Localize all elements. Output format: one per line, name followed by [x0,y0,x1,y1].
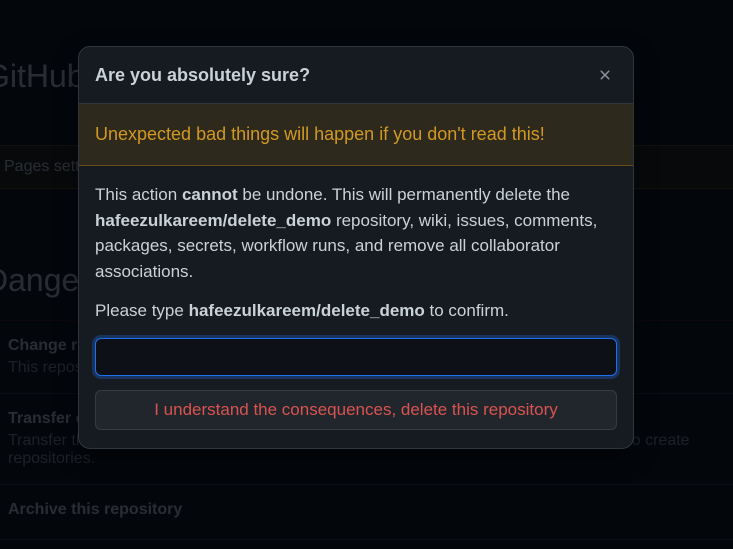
confirm-delete-button[interactable]: I understand the consequences, delete th… [95,390,617,430]
close-button[interactable] [593,63,617,87]
dialog-title: Are you absolutely sure? [95,65,310,86]
text-fragment: This action [95,185,182,204]
text-fragment: be undone. This will permanently delete … [238,185,570,204]
text-confirm-repo: hafeezulkareem/delete_demo [189,301,425,320]
text-fragment: Please type [95,301,189,320]
dialog-body: This action cannot be undone. This will … [79,166,633,448]
confirm-repo-input[interactable] [95,338,617,376]
dialog-warning-text: This action cannot be undone. This will … [95,182,617,284]
delete-repo-dialog: Are you absolutely sure? Unexpected bad … [78,46,634,449]
text-repo-name: hafeezulkareem/delete_demo [95,211,331,230]
dialog-confirm-prompt: Please type hafeezulkareem/delete_demo t… [95,298,617,324]
close-icon [597,67,613,83]
text-cannot: cannot [182,185,238,204]
text-fragment: to confirm. [425,301,509,320]
warning-flash: Unexpected bad things will happen if you… [79,104,633,166]
dialog-header: Are you absolutely sure? [79,47,633,104]
